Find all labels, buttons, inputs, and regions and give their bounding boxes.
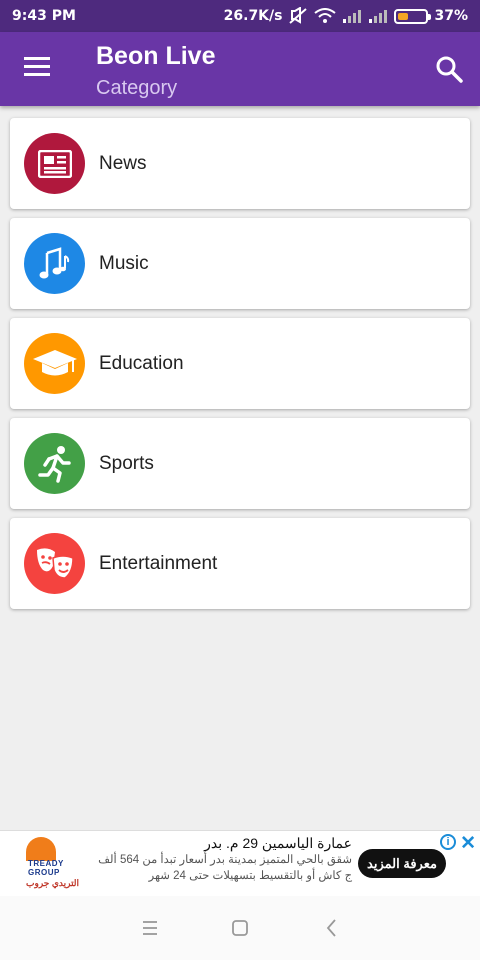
category-list: News Music Education Sports Entertainmen…: [10, 118, 470, 618]
category-label: Education: [99, 353, 184, 374]
newspaper-icon: [37, 149, 72, 178]
category-icon-circle: [24, 233, 85, 294]
category-card-sports[interactable]: Sports: [10, 418, 470, 509]
system-nav-bar: [0, 896, 480, 960]
signal-icon: [343, 10, 362, 23]
mute-icon: [289, 7, 308, 24]
back-icon[interactable]: [318, 914, 346, 942]
close-icon[interactable]: ✕: [460, 832, 476, 855]
category-icon-circle: [24, 133, 85, 194]
category-label: Entertainment: [99, 553, 218, 574]
advertiser-logo: TREADY GROUP التريدي جروب: [22, 837, 82, 891]
ad-banner[interactable]: TREADY GROUP التريدي جروب عمارة الياسمين…: [0, 830, 480, 896]
status-icons: 26.7K/s 37%: [224, 7, 468, 25]
logo-brand-text: TREADY GROUP: [28, 859, 64, 877]
search-icon[interactable]: [434, 54, 464, 84]
page-subtitle: Category: [96, 77, 178, 99]
logo-sun-shape: [26, 837, 56, 861]
ad-cta-button[interactable]: معرفة المزيد: [358, 849, 446, 878]
hamburger-menu-icon[interactable]: [18, 52, 58, 86]
ad-headline: عمارة الياسمين 29 م. بدر: [204, 835, 352, 851]
graduation-cap-icon: [32, 349, 77, 375]
category-card-music[interactable]: Music: [10, 218, 470, 309]
category-icon-circle: [24, 433, 85, 494]
signal-icon-2: [369, 10, 388, 23]
runner-icon: [37, 445, 71, 483]
status-time: 9:43 PM: [12, 8, 76, 24]
battery-percent: 37%: [434, 8, 468, 24]
wifi-icon: [314, 8, 337, 23]
network-speed: 26.7K/s: [223, 8, 283, 24]
logo-arabic-text: التريدي جروب: [26, 878, 80, 888]
ad-text: عمارة الياسمين 29 م. بدر شقق بالحي المتم…: [92, 835, 352, 884]
category-label: News: [99, 153, 147, 174]
music-notes-icon: [39, 246, 69, 278]
category-icon-circle: [24, 333, 85, 394]
battery-icon: [394, 8, 432, 24]
app-bar: Beon Live Category: [0, 32, 480, 106]
status-bar: 9:43 PM 26.7K/s 37%: [0, 0, 480, 32]
info-icon[interactable]: i: [440, 834, 456, 850]
category-label: Sports: [99, 453, 154, 474]
battery-fill: [398, 12, 409, 20]
category-card-entertainment[interactable]: Entertainment: [10, 518, 470, 609]
category-card-news[interactable]: News: [10, 118, 470, 209]
category-label: Music: [99, 253, 149, 274]
ad-body: شقق بالحي المتميز بمدينة بدر أسعار تبدأ …: [98, 854, 352, 882]
category-icon-circle: [24, 533, 85, 594]
recents-icon[interactable]: [136, 914, 164, 942]
app-title: Beon Live: [96, 42, 216, 70]
category-card-education[interactable]: Education: [10, 318, 470, 409]
home-icon[interactable]: [226, 914, 254, 942]
theater-masks-icon: [36, 547, 74, 579]
